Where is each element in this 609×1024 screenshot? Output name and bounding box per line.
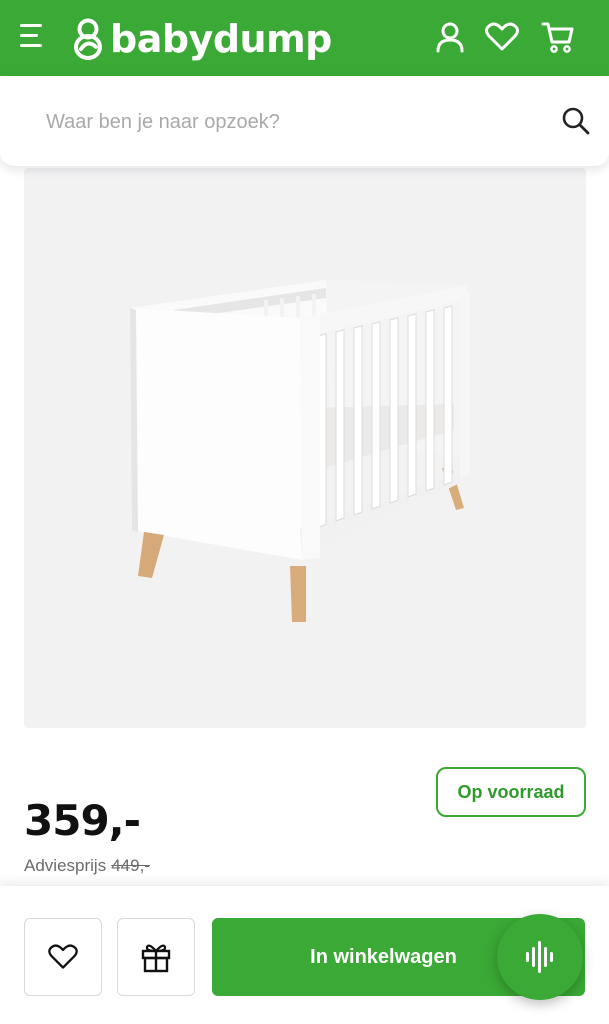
babydump-logo-icon: [74, 18, 102, 60]
stock-badge: Op voorraad: [436, 767, 586, 817]
menu-icon[interactable]: [20, 24, 48, 52]
advice-label: Adviesprijs: [24, 856, 107, 875]
crib-illustration: [130, 280, 470, 622]
wishlist-button[interactable]: [24, 918, 102, 996]
top-header: babydump: [0, 0, 609, 76]
search-input[interactable]: [46, 104, 526, 140]
gift-button[interactable]: [117, 918, 195, 996]
brand-name: babydump: [110, 17, 332, 61]
product-page: babydump Waar ben je naar opzoek? Op voo…: [0, 0, 609, 1024]
brand-logo[interactable]: babydump: [72, 16, 332, 62]
cart-icon[interactable]: [540, 18, 576, 56]
add-to-cart-label: In winkelwagen: [310, 945, 457, 968]
gift-icon: [141, 944, 171, 973]
heart-outline-icon: [48, 944, 78, 969]
bottom-action-bar: In winkelwagen: [0, 886, 609, 1024]
sound-wave-icon: [526, 941, 553, 973]
search-icon[interactable]: [561, 106, 591, 136]
user-icon[interactable]: [432, 18, 468, 56]
product-price: 359,-: [24, 796, 141, 845]
advice-price-row: Adviesprijs 449,-: [24, 856, 150, 876]
heart-icon[interactable]: [484, 18, 520, 56]
product-image[interactable]: [24, 168, 586, 728]
search-bar: [0, 76, 609, 166]
voice-assistant-button[interactable]: [497, 914, 583, 1000]
advice-price: 449,-: [111, 856, 150, 875]
